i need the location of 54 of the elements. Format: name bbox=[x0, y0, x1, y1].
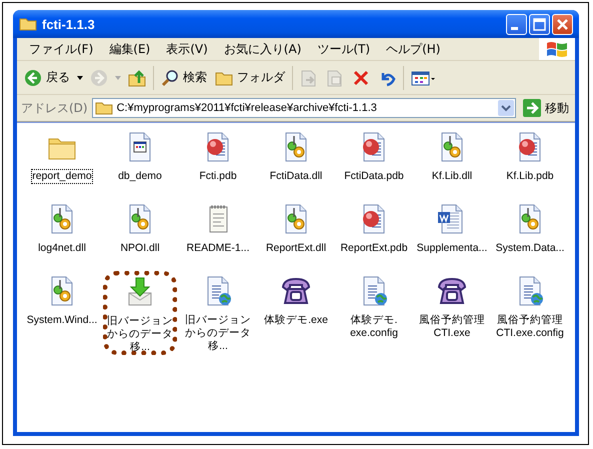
file-name[interactable]: ReportExt.dll bbox=[257, 241, 335, 256]
file-name[interactable]: 旧バージョンからのデータ移... bbox=[101, 314, 179, 355]
telephone-icon[interactable] bbox=[280, 275, 312, 307]
search-button[interactable]: 検索 bbox=[157, 66, 211, 88]
file-name[interactable]: 旧バージョンからのデータ移... bbox=[179, 313, 257, 354]
search-icon bbox=[161, 68, 179, 86]
copy-to-icon bbox=[326, 68, 344, 86]
minimize-icon bbox=[511, 26, 518, 30]
menu-item[interactable]: お気に入り(A) bbox=[216, 40, 310, 58]
file-name[interactable]: report_demo bbox=[31, 169, 93, 184]
views-icon bbox=[411, 68, 435, 86]
go-button[interactable]: 移動 bbox=[520, 99, 572, 117]
folder-icon bbox=[94, 101, 113, 115]
file-name[interactable]: FctiData.pdb bbox=[335, 169, 413, 184]
delete-icon bbox=[352, 68, 370, 86]
menu-item[interactable]: 表示(V) bbox=[158, 40, 216, 58]
file-name[interactable]: Kf.Lib.dll bbox=[413, 169, 491, 184]
forward-icon bbox=[90, 68, 108, 86]
file-name[interactable]: 体験デモ. exe.config bbox=[335, 313, 413, 341]
file-name[interactable]: NPOI.dll bbox=[101, 241, 179, 256]
address-label: アドレス(D) bbox=[21, 100, 88, 116]
file-name[interactable]: README-1... bbox=[179, 241, 257, 256]
file-name[interactable]: log4net.dll bbox=[23, 241, 101, 256]
minimize-button[interactable] bbox=[506, 14, 527, 34]
address-field[interactable]: C:¥myprograms¥2011¥fcti¥release¥archive¥fcti-1.1.3 bbox=[92, 98, 516, 118]
file-name[interactable]: 風俗予約管理CTI.exe bbox=[413, 313, 491, 341]
folder-icon bbox=[19, 17, 37, 31]
file-name[interactable]: System.Data... bbox=[491, 241, 569, 256]
back-icon bbox=[24, 68, 42, 86]
up-folder-icon bbox=[128, 68, 146, 86]
back-button[interactable]: 戻る bbox=[20, 66, 74, 88]
file-name[interactable]: ReportExt.pdb bbox=[335, 241, 413, 256]
go-arrow-icon bbox=[523, 99, 541, 117]
close-button[interactable] bbox=[552, 14, 573, 34]
file-name[interactable]: Fcti.pdb bbox=[179, 169, 257, 184]
menu-item[interactable]: 編集(E) bbox=[101, 40, 158, 58]
window-title: fcti-1.1.3 bbox=[42, 16, 96, 32]
move-to-icon bbox=[300, 68, 318, 86]
file-name[interactable]: db_demo bbox=[101, 169, 179, 184]
folders-button[interactable]: フォルダ bbox=[211, 66, 289, 88]
menu-item[interactable]: ファイル(F) bbox=[21, 40, 102, 58]
flag-logo-icon bbox=[539, 38, 575, 60]
menu-item[interactable]: ツール(T) bbox=[309, 40, 378, 58]
dropdown-arrow-icon[interactable] bbox=[74, 76, 86, 80]
file-name[interactable]: 体験デモ.exe bbox=[257, 313, 335, 328]
file-name[interactable]: Kf.Lib.pdb bbox=[491, 169, 569, 184]
maximize-button[interactable] bbox=[529, 14, 550, 34]
file-name[interactable]: 風俗予約管理CTI.exe.config bbox=[491, 313, 569, 341]
file-name[interactable]: Supplementa... bbox=[413, 241, 491, 256]
file-name[interactable]: FctiData.dll bbox=[257, 169, 335, 184]
menu-item[interactable]: ヘルプ(H) bbox=[378, 40, 448, 58]
file-name[interactable]: System.Wind... bbox=[23, 313, 101, 328]
address-text: C:¥myprograms¥2011¥fcti¥release¥archive¥fcti-1.1.3 bbox=[116, 102, 378, 114]
telephone-icon[interactable] bbox=[436, 275, 468, 307]
